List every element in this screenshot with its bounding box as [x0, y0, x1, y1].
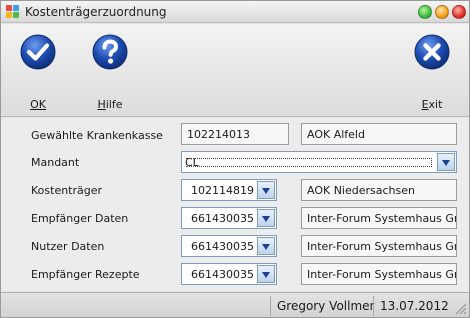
mandant-select[interactable]: CL	[181, 151, 457, 173]
app-icon	[6, 5, 20, 19]
ok-button[interactable]: OK	[15, 30, 61, 114]
window-title: Kostenträgerzuordnung	[25, 5, 167, 19]
minimize-button[interactable]	[418, 5, 432, 19]
krankenkasse-ik-field: 102214013	[181, 123, 289, 145]
exit-button[interactable]: Exit	[409, 30, 455, 114]
empfaenger-rezepte-label: Empfänger Rezepte	[31, 268, 140, 281]
ok-label: OK	[30, 98, 46, 111]
empfaenger-rezepte-select[interactable]: 661430035	[181, 263, 277, 285]
empfaenger-daten-name-field: Inter-Forum Systemhaus Gm	[301, 207, 457, 229]
empfaenger-daten-select[interactable]: 661430035	[181, 207, 277, 229]
chevron-down-icon[interactable]	[257, 209, 275, 227]
nutzer-daten-select[interactable]: 661430035	[181, 235, 277, 257]
chevron-down-icon[interactable]	[257, 237, 275, 255]
exit-label-hotkey: E	[421, 98, 429, 111]
krankenkasse-label: Gewählte Krankenkasse	[31, 129, 163, 142]
empfaenger-daten-value: 661430035	[191, 212, 254, 225]
nutzer-daten-label: Nutzer Daten	[31, 240, 105, 253]
check-icon	[20, 34, 56, 70]
help-button[interactable]: Hilfe	[87, 30, 133, 114]
kostentraeger-select[interactable]: 102114819	[181, 179, 277, 201]
mandant-value: CL	[184, 156, 434, 169]
exit-label: xit	[428, 98, 443, 111]
toolbar: OK Hilfe Exit	[1, 24, 469, 117]
kostentraeger-value: 102114819	[191, 184, 254, 197]
dialog-window: Kostenträgerzuordnung OK Hilfe Exit Gewä…	[0, 0, 470, 318]
close-window-button[interactable]	[452, 5, 466, 19]
close-icon	[414, 34, 450, 70]
question-icon	[92, 34, 128, 70]
resize-grip-icon[interactable]	[455, 303, 467, 315]
status-user: Gregory Vollmer	[270, 296, 380, 316]
nutzer-daten-name-field: Inter-Forum Systemhaus Gm	[301, 235, 457, 257]
chevron-down-icon[interactable]	[437, 153, 455, 171]
nutzer-daten-value: 661430035	[191, 240, 254, 253]
help-label-hotkey: H	[97, 98, 106, 111]
status-date: 13.07.2012	[373, 296, 455, 316]
status-bar: Gregory Vollmer 13.07.2012	[1, 292, 469, 317]
empfaenger-rezepte-value: 661430035	[191, 268, 254, 281]
assignment-form: Gewählte Krankenkasse 102214013 AOK Alfe…	[1, 118, 469, 291]
kostentraeger-label: Kostenträger	[31, 184, 103, 197]
help-label: ilfe	[105, 98, 123, 111]
empfaenger-daten-label: Empfänger Daten	[31, 212, 129, 225]
mandant-label: Mandant	[31, 156, 80, 169]
empfaenger-rezepte-name-field: Inter-Forum Systemhaus Gm	[301, 263, 457, 285]
title-bar[interactable]: Kostenträgerzuordnung	[1, 1, 469, 23]
kostentraeger-name-field: AOK Niedersachsen	[301, 179, 457, 201]
maximize-button[interactable]	[435, 5, 449, 19]
chevron-down-icon[interactable]	[257, 181, 275, 199]
chevron-down-icon[interactable]	[257, 265, 275, 283]
krankenkasse-name-field: AOK Alfeld	[301, 123, 457, 145]
